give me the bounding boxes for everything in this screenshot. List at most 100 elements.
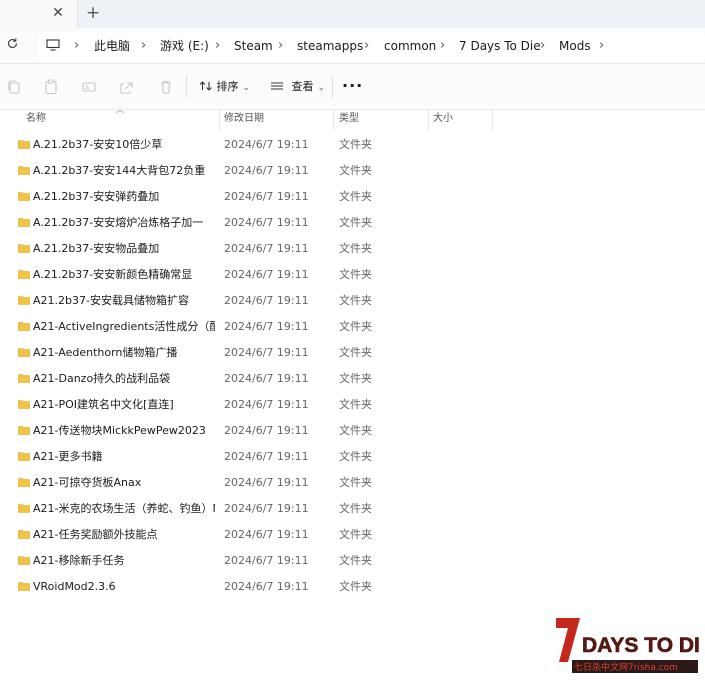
folder-icon [18,140,30,149]
more-options-icon[interactable]: ··· [342,74,362,100]
folder-icon [18,582,30,591]
list-item[interactable]: A.21.2b37-安安144大背包72负重 2024/6/7 19:11 文件夹 [0,158,705,184]
file-type: 文件夹 [339,502,372,515]
folder-icon [18,504,30,513]
close-tab-icon[interactable]: ✕ [50,5,66,21]
folder-icon [18,192,30,201]
file-modified: 2024/6/7 19:11 [224,476,309,489]
list-item[interactable]: A21-更多书籍 2024/6/7 19:11 文件夹 [0,444,705,470]
file-name: A.21.2b37-安安10倍少草 [33,138,163,151]
address-field[interactable] [38,32,705,60]
file-modified: 2024/6/7 19:11 [224,138,309,151]
breadcrumb-separator-icon: › [74,38,80,53]
command-bar: A 排序 ⌄ 查看 ⌄ ··· [0,64,705,110]
file-name: A21-传送物块MickkPewPew2023 [33,424,206,437]
breadcrumb-steamapps[interactable]: steamapps [297,28,363,64]
column-divider[interactable] [428,110,429,130]
breadcrumb-common[interactable]: common [384,28,436,64]
file-modified: 2024/6/7 19:11 [224,528,309,541]
rename-icon[interactable]: A [80,78,98,96]
column-divider[interactable] [492,110,493,130]
column-divider[interactable] [219,110,220,130]
file-modified: 2024/6/7 19:11 [224,346,309,359]
file-modified: 2024/6/7 19:11 [224,164,309,177]
delete-icon[interactable] [157,78,175,96]
column-size[interactable]: 大小 [433,110,453,130]
chevron-down-icon: ⌄ [317,83,326,93]
file-type: 文件夹 [339,424,372,437]
view-label: 查看 [291,80,314,93]
toolbar-divider [186,76,187,98]
breadcrumb-7-days-to-die[interactable]: 7 Days To Die [459,28,541,64]
list-item[interactable]: A21-米克的农场生活（养蛇、钓鱼）Mi… 2024/6/7 19:11 文件夹 [0,496,705,522]
list-item[interactable]: A21-任务奖励额外技能点 2024/6/7 19:11 文件夹 [0,522,705,548]
file-name: A21-POI建筑名中文化[直连] [33,398,174,411]
list-item[interactable]: A.21.2b37-安安熔炉冶炼格子加一 2024/6/7 19:11 文件夹 [0,210,705,236]
file-type: 文件夹 [339,164,372,177]
list-item[interactable]: A21-传送物块MickkPewPew2023 2024/6/7 19:11 文件夹 [0,418,705,444]
list-item[interactable]: A21-移除新手任务 2024/6/7 19:11 文件夹 [0,548,705,574]
paste-icon[interactable] [42,78,60,96]
list-item[interactable]: A21-POI建筑名中文化[直连] 2024/6/7 19:11 文件夹 [0,392,705,418]
folder-icon [18,452,30,461]
breadcrumb-steam[interactable]: Steam [234,28,273,64]
file-modified: 2024/6/7 19:11 [224,216,309,229]
folder-icon [18,348,30,357]
file-type: 文件夹 [339,190,372,203]
file-modified: 2024/6/7 19:11 [224,190,309,203]
file-modified: 2024/6/7 19:11 [224,320,309,333]
file-type: 文件夹 [339,476,372,489]
file-type: 文件夹 [339,372,372,385]
folder-icon [18,218,30,227]
breadcrumb-separator-icon: › [215,38,221,53]
file-type: 文件夹 [339,216,372,229]
breadcrumb-drive-e[interactable]: 游戏 (E:) [160,28,209,64]
file-name: A21.2b37-安安载具储物箱扩容 [33,294,189,307]
breadcrumb-mods[interactable]: Mods [559,28,591,64]
file-name: A.21.2b37-安安新颜色精确常显 [33,268,193,281]
new-tab-icon[interactable]: + [84,4,102,22]
view-button[interactable]: 查看 ⌄ [270,74,325,100]
copy-icon[interactable] [5,78,23,96]
column-type[interactable]: 类型 [339,110,359,130]
breadcrumb-separator-icon: › [141,38,147,53]
file-modified: 2024/6/7 19:11 [224,268,309,281]
sort-ascending-icon: ︿ [116,105,124,114]
folder-icon [18,270,30,279]
folder-icon [18,530,30,539]
chevron-down-icon: ⌄ [242,83,251,93]
list-item[interactable]: A21.2b37-安安载具储物箱扩容 2024/6/7 19:11 文件夹 [0,288,705,314]
breadcrumb-separator-icon: › [440,38,446,53]
folder-icon [18,166,30,175]
column-modified[interactable]: 修改日期 [224,110,264,130]
file-name: A21-ActiveIngredients活性成分（配方… [33,320,215,333]
file-modified: 2024/6/7 19:11 [224,242,309,255]
file-name: A21-Danzo持久的战利品袋 [33,372,171,385]
list-item[interactable]: A.21.2b37-安安弹药叠加 2024/6/7 19:11 文件夹 [0,184,705,210]
active-tab[interactable]: ✕ [0,0,78,28]
refresh-icon[interactable] [4,37,20,53]
folder-icon [18,400,30,409]
folder-icon [18,244,30,253]
breadcrumb-separator-icon: › [540,38,546,53]
list-item[interactable]: A.21.2b37-安安新颜色精确常显 2024/6/7 19:11 文件夹 [0,262,705,288]
svg-text:DAYS TO DIE: DAYS TO DIE [582,634,700,657]
breadcrumb-separator-icon: › [599,38,605,53]
7-days-to-die-watermark-logo: DAYS TO DIE 七日杀中文网7risha.com [556,618,700,673]
file-name: A21-米克的农场生活（养蛇、钓鱼）Mi… [33,502,215,515]
list-item[interactable]: A21-ActiveIngredients活性成分（配方… 2024/6/7 19… [0,314,705,340]
column-name[interactable]: 名称 [26,110,46,130]
column-divider[interactable] [333,110,334,130]
sort-button[interactable]: 排序 ⌄ [199,74,250,100]
list-item[interactable]: A21-Aedenthorn储物箱广播 2024/6/7 19:11 文件夹 [0,340,705,366]
breadcrumb-this-pc[interactable]: 此电脑 [94,28,130,64]
svg-text:A: A [85,85,90,92]
list-item[interactable]: A21-可掠夺货板Anax 2024/6/7 19:11 文件夹 [0,470,705,496]
list-item[interactable]: A.21.2b37-安安物品叠加 2024/6/7 19:11 文件夹 [0,236,705,262]
list-item[interactable]: A21-Danzo持久的战利品袋 2024/6/7 19:11 文件夹 [0,366,705,392]
list-item[interactable]: A.21.2b37-安安10倍少草 2024/6/7 19:11 文件夹 [0,132,705,158]
address-bar: › 此电脑 › 游戏 (E:) › Steam › steamapps › co… [0,28,705,64]
folder-icon [18,322,30,331]
list-item[interactable]: VRoidMod2.3.6 2024/6/7 19:11 文件夹 [0,574,705,600]
share-icon[interactable] [118,78,136,96]
